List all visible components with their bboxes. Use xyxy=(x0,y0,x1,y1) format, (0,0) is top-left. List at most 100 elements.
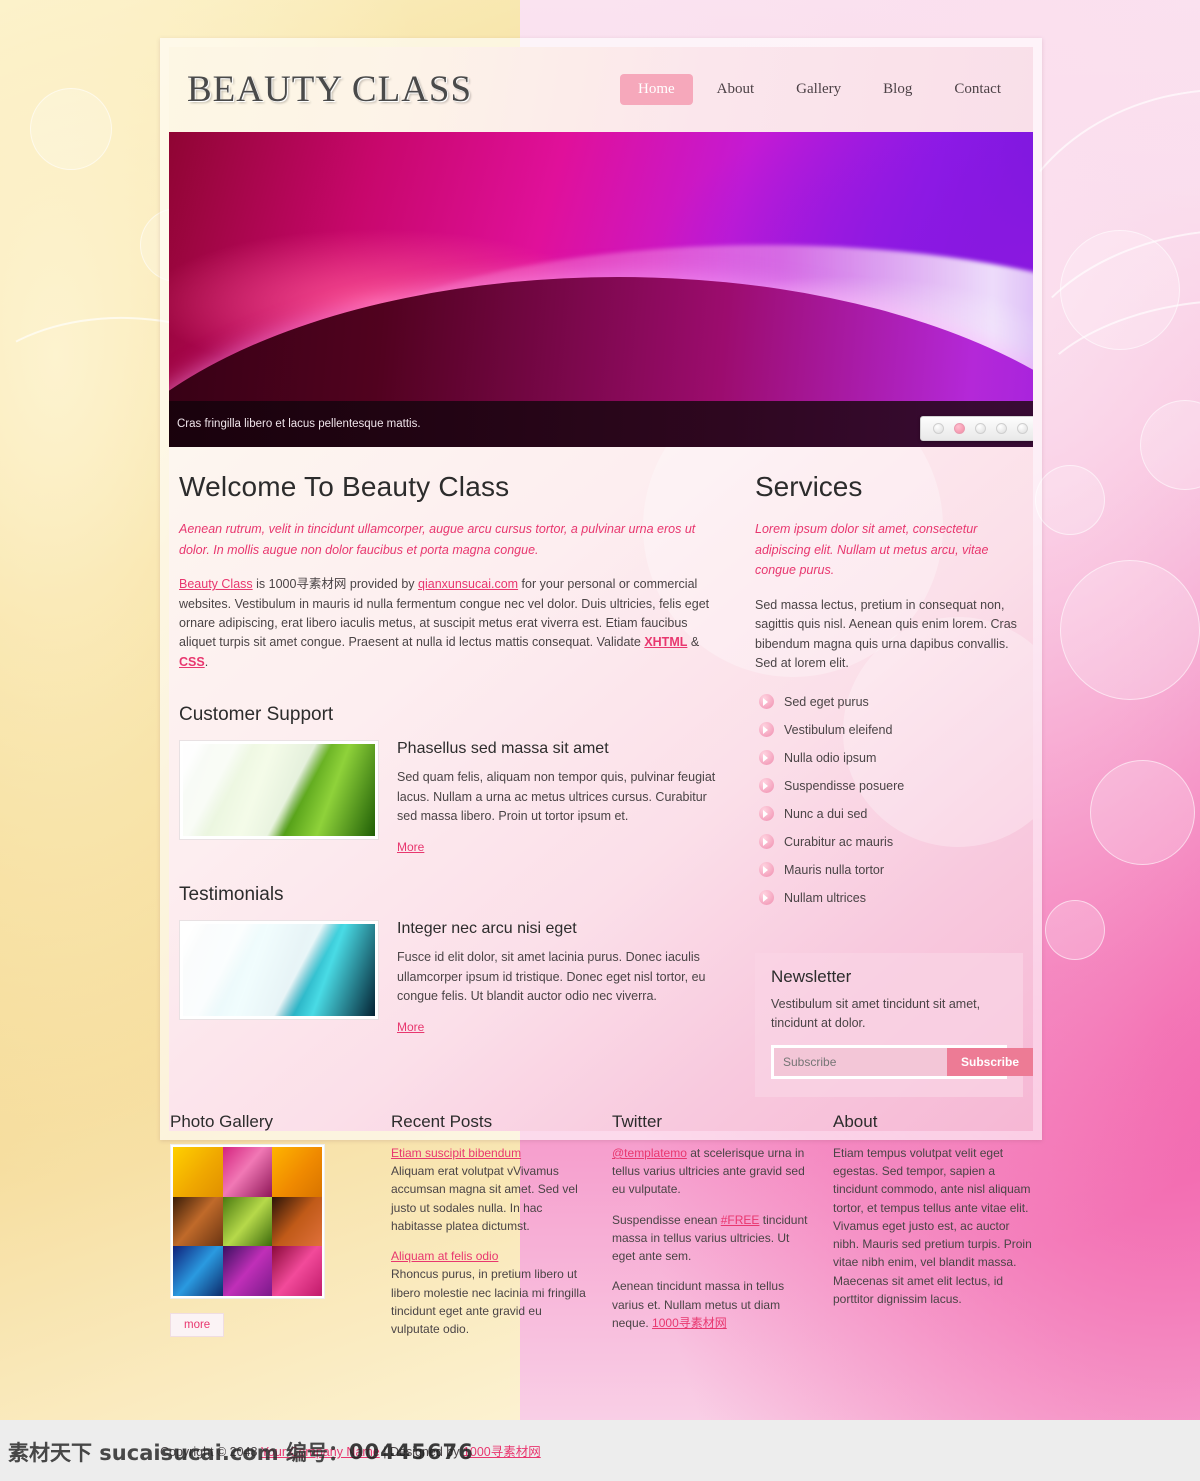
service-item-label: Curabitur ac mauris xyxy=(784,834,894,849)
hero-image xyxy=(169,132,1033,447)
nav-item-about[interactable]: About xyxy=(699,74,773,105)
service-item-label: Nunc a dui sed xyxy=(784,806,868,821)
welcome-text-4: . xyxy=(204,654,209,669)
twitter-post-3-link[interactable]: 1000寻素材网 xyxy=(652,1316,727,1330)
chevron-right-icon xyxy=(759,694,774,710)
welcome-paragraph: Beauty Class is 1000寻素材网 provided by qia… xyxy=(179,575,727,672)
service-item-label: Mauris nulla tortor xyxy=(784,862,885,877)
service-item-label: Vestibulum eleifend xyxy=(784,722,893,737)
service-item[interactable]: Vestibulum eleifend xyxy=(755,715,1023,743)
recent-post-2-title[interactable]: Aliquam at felis odio xyxy=(391,1249,498,1263)
designer-link[interactable]: 1000寻素材网 xyxy=(463,1445,541,1459)
service-item[interactable]: Curabitur ac mauris xyxy=(755,827,1023,855)
site-logo[interactable]: BEAUTY CLASS xyxy=(187,68,472,111)
gallery-thumbnail[interactable] xyxy=(272,1147,322,1197)
service-item[interactable]: Sed eget purus xyxy=(755,687,1023,715)
gallery-thumbnail[interactable] xyxy=(222,1196,273,1247)
link-provider[interactable]: qianxunsucai.com xyxy=(418,577,518,591)
company-name-link[interactable]: Your Company Name xyxy=(261,1445,380,1459)
welcome-text-3: & xyxy=(687,635,700,650)
testimonials-item-title: Integer nec arcu nisi eget xyxy=(397,920,577,938)
footer-recent-posts: Recent Posts Etiam suscipit bibendum Aliq… xyxy=(391,1112,590,1350)
slide-dot-1[interactable] xyxy=(933,423,944,434)
nav-item-gallery[interactable]: Gallery xyxy=(778,74,859,105)
twitter-post-1: @templatemo at scelerisque urna in tellu… xyxy=(612,1144,811,1199)
page-shell: BEAUTY CLASS Home About Gallery Blog Con… xyxy=(160,38,1042,1140)
customer-support-thumbnail[interactable] xyxy=(179,740,379,841)
testimonials-text-block: Integer nec arcu nisi eget Fusce id elit… xyxy=(397,920,727,1036)
hero-caption: Cras fringilla libero et lacus pellentes… xyxy=(169,401,1033,447)
gallery-thumbnail[interactable] xyxy=(173,1196,223,1247)
twitter-post-2-pre: Suspendisse enean xyxy=(612,1212,721,1227)
gallery-thumbnail[interactable] xyxy=(272,1196,322,1247)
recent-post-2-text: Rhoncus purus, in pretium libero ut libe… xyxy=(391,1267,586,1337)
recent-post-1-title[interactable]: Etiam suscipit bibendum xyxy=(391,1146,521,1160)
page-container: BEAUTY CLASS Home About Gallery Blog Con… xyxy=(160,38,1042,1140)
slide-dot-5[interactable] xyxy=(1017,423,1028,434)
welcome-text-1: is 1000寻素材网 provided by xyxy=(252,577,419,592)
testimonials-more-link[interactable]: More xyxy=(397,1020,424,1034)
customer-support-text-block: Phasellus sed massa sit amet Sed quam fe… xyxy=(397,740,727,856)
recent-post-1: Etiam suscipit bibendum Aliquam erat volu… xyxy=(391,1144,590,1235)
sidebar-column: Services Lorem ipsum dolor sit amet, con… xyxy=(755,471,1033,1097)
service-item[interactable]: Nunc a dui sed xyxy=(755,799,1023,827)
photo-gallery-more-button[interactable]: more xyxy=(170,1313,225,1338)
service-item[interactable]: Suspendisse posuere xyxy=(755,771,1023,799)
chevron-right-icon xyxy=(759,750,774,766)
newsletter-form: Subscribe xyxy=(771,1044,1033,1079)
twitter-handle-link[interactable]: @templatemo xyxy=(612,1146,687,1160)
service-item[interactable]: Nullam ultrices xyxy=(755,883,1023,911)
footer-photo-gallery: Photo Gallery more xyxy=(170,1112,369,1350)
service-item-label: Sed eget purus xyxy=(784,694,869,709)
slideshow-pagination xyxy=(920,416,1033,441)
services-intro: Lorem ipsum dolor sit amet, consectetur … xyxy=(755,522,989,578)
newsletter-subscribe-button[interactable]: Subscribe xyxy=(947,1047,1033,1076)
photo-gallery-grid xyxy=(170,1144,325,1300)
customer-support-more-link[interactable]: More xyxy=(397,840,424,854)
chevron-right-icon xyxy=(759,778,774,794)
slide-dot-4[interactable] xyxy=(996,423,1007,434)
service-item-label: Nulla odio ipsum xyxy=(784,750,877,765)
newsletter-email-input[interactable] xyxy=(774,1047,947,1076)
link-beauty-class[interactable]: Beauty Class xyxy=(179,577,253,591)
testimonials-thumbnail[interactable] xyxy=(179,920,379,1021)
nav-item-blog[interactable]: Blog xyxy=(865,74,930,105)
gallery-thumbnail[interactable] xyxy=(222,1246,273,1297)
testimonials-heading: Testimonials xyxy=(179,884,284,906)
gallery-thumbnail[interactable] xyxy=(173,1246,223,1297)
decor-circle xyxy=(1060,560,1200,700)
services-body: Sed massa lectus, pretium in consequat n… xyxy=(755,597,1017,670)
nav-item-contact[interactable]: Contact xyxy=(936,74,1019,105)
nav-item-home[interactable]: Home xyxy=(620,74,693,105)
copyright-text: Copyright © 2048 xyxy=(160,1445,261,1459)
content-area: Welcome To Beauty Class Aenean rutrum, v… xyxy=(169,447,1033,1131)
twitter-hashtag-link[interactable]: #FREE xyxy=(721,1213,760,1227)
decor-circle xyxy=(1045,900,1105,960)
slide-dot-2[interactable] xyxy=(954,423,965,434)
decor-circle xyxy=(1090,760,1195,865)
twitter-heading: Twitter xyxy=(612,1112,663,1131)
customer-support-item-title: Phasellus sed massa sit amet xyxy=(397,740,609,758)
service-item[interactable]: Mauris nulla tortor xyxy=(755,855,1023,883)
newsletter-box: Newsletter Vestibulum sit amet tincidunt… xyxy=(755,953,1033,1097)
chevron-right-icon xyxy=(759,722,774,738)
recent-posts-heading: Recent Posts xyxy=(391,1112,493,1131)
link-xhtml[interactable]: XHTML xyxy=(644,635,687,649)
service-item[interactable]: Nulla odio ipsum xyxy=(755,743,1023,771)
chevron-right-icon xyxy=(759,890,774,906)
recent-post-1-text: Aliquam erat volutpat vVivamus accumsan … xyxy=(391,1164,578,1233)
gallery-thumbnail[interactable] xyxy=(222,1147,273,1197)
hero-slideshow: Cras fringilla libero et lacus pellentes… xyxy=(169,132,1033,447)
gallery-thumbnail[interactable] xyxy=(173,1147,223,1197)
main-navigation: Home About Gallery Blog Contact xyxy=(620,74,1019,105)
chevron-right-icon xyxy=(759,834,774,850)
twitter-post-3: Aenean tincidunt massa in tellus varius … xyxy=(612,1277,811,1332)
decor-circle xyxy=(30,88,112,170)
newsletter-text: Vestibulum sit amet tincidunt sit amet, … xyxy=(771,997,981,1031)
link-css[interactable]: CSS xyxy=(179,655,205,669)
footer-columns: Photo Gallery more Recent Posts Etiam su… xyxy=(160,1112,1042,1350)
gallery-thumbnail[interactable] xyxy=(272,1246,322,1297)
copyright-line: Copyright © 2048 Your Company Name | Des… xyxy=(0,1441,541,1460)
footer-twitter: Twitter @templatemo at scelerisque urna … xyxy=(612,1112,811,1350)
slide-dot-3[interactable] xyxy=(975,423,986,434)
